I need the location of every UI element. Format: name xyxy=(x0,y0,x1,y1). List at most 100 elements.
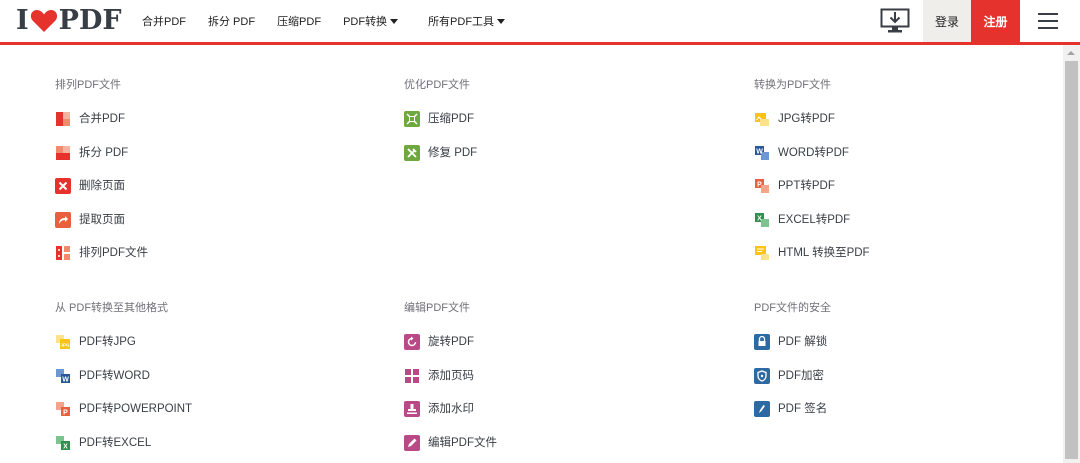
tool-excel-to-pdf[interactable]: X EXCEL转PDF xyxy=(754,212,1074,228)
section-title: PDF文件的安全 xyxy=(754,302,831,314)
section-organize: 排列PDF文件 合并PDF 拆分 PDF 删除页面 提取页面 排列PDF文件 xyxy=(55,77,375,279)
tool-pdf-to-jpg[interactable]: JPG PDF转JPG xyxy=(55,334,375,350)
menu-bar xyxy=(1038,13,1058,15)
tool-label: 提取页面 xyxy=(79,213,125,226)
tool-label: EXCEL转PDF xyxy=(778,213,851,226)
tool-label: PDF转EXCEL xyxy=(79,436,152,449)
tool-label: 删除页面 xyxy=(79,180,125,193)
main-nav: 合并PDF 拆分 PDF 压缩PDF PDF转换 所有PDF工具 xyxy=(142,0,527,42)
tool-protect-pdf[interactable]: PDF加密 xyxy=(754,367,1074,384)
tool-delete-pages[interactable]: 删除页面 xyxy=(55,178,375,195)
tool-label: PDF转WORD xyxy=(79,369,150,382)
split-icon xyxy=(55,145,71,161)
nav-compress-pdf[interactable]: 压缩PDF xyxy=(277,13,321,29)
tool-label: JPG转PDF xyxy=(778,113,835,125)
tool-pdf-to-word[interactable]: W PDF转WORD xyxy=(55,368,375,384)
organize-icon xyxy=(55,245,71,261)
tool-add-page-numbers[interactable]: 添加页码 xyxy=(404,368,724,384)
tool-repair-pdf[interactable]: 修复 PDF xyxy=(404,144,724,161)
tool-pdf-to-excel[interactable]: X PDF转EXCEL xyxy=(55,435,375,451)
jpg-to-pdf-icon xyxy=(754,111,770,127)
tool-split-pdf[interactable]: 拆分 PDF xyxy=(55,145,375,161)
desktop-download-icon xyxy=(880,8,910,33)
tool-compress-pdf[interactable]: 压缩PDF xyxy=(404,111,724,127)
scroll-up-arrow-icon[interactable] xyxy=(1067,51,1075,55)
menu-bar xyxy=(1038,20,1058,22)
tool-word-to-pdf[interactable]: W WORD转PDF xyxy=(754,145,1074,161)
page-numbers-icon xyxy=(404,368,420,384)
svg-text:X: X xyxy=(63,443,68,450)
tool-extract-pages[interactable]: 提取页面 xyxy=(55,211,375,228)
tool-unlock-pdf[interactable]: PDF 解锁 xyxy=(754,334,1074,350)
scrollbar-thumb[interactable] xyxy=(1065,61,1078,459)
menu-bar xyxy=(1038,27,1058,29)
tool-label: PDF 解锁 xyxy=(778,336,828,348)
hamburger-menu-button[interactable] xyxy=(1030,6,1066,36)
tool-label: PDF加密 xyxy=(778,369,824,382)
excel-to-pdf-icon: X xyxy=(754,212,770,228)
ilovepdf-logo[interactable]: I PDF xyxy=(16,6,122,36)
tool-label: PDF 签名 xyxy=(778,403,828,416)
tool-jpg-to-pdf[interactable]: JPG转PDF xyxy=(754,111,1074,127)
nav-label: 合并PDF xyxy=(142,16,186,28)
top-header: I PDF 合并PDF 拆分 PDF 压缩PDF PDF转换 所有PDF工具 登… xyxy=(0,0,1080,44)
section-convert-to-pdf: 转换为PDF文件 JPG转PDF W WORD转PDF P PPT转PDF X … xyxy=(754,77,1074,279)
word-to-pdf-icon: W xyxy=(754,145,770,161)
sign-icon xyxy=(754,401,770,418)
ppt-to-pdf-icon: P xyxy=(754,178,770,194)
signup-button[interactable]: 注册 xyxy=(971,0,1020,43)
svg-text:W: W xyxy=(62,376,69,383)
tool-rotate-pdf[interactable]: 旋转PDF xyxy=(404,334,724,350)
tool-pdf-to-powerpoint[interactable]: P PDF转POWERPOINT xyxy=(55,401,375,417)
section-convert-from-pdf: 从 PDF转换至其他格式 JPG PDF转JPG W PDF转WORD P PD… xyxy=(55,300,375,463)
pdf-to-powerpoint-icon: P xyxy=(55,401,71,417)
edit-pdf-icon xyxy=(404,434,420,451)
tool-sign-pdf[interactable]: PDF 签名 xyxy=(754,401,1074,418)
tool-html-to-pdf[interactable]: HTML 转换至PDF xyxy=(754,245,1074,261)
nav-label: PDF转换 xyxy=(343,16,388,28)
tool-label: 添加页码 xyxy=(428,369,474,382)
svg-text:P: P xyxy=(63,410,68,417)
repair-icon xyxy=(404,144,420,161)
pdf-to-word-icon: W xyxy=(55,368,71,384)
vertical-scrollbar[interactable] xyxy=(1063,45,1080,463)
tool-edit-pdf[interactable]: 编辑PDF文件 xyxy=(404,434,724,451)
watermark-icon xyxy=(404,401,420,418)
svg-text:JPG: JPG xyxy=(60,343,70,348)
nav-all-tools[interactable]: 所有PDF工具 xyxy=(428,13,506,29)
heart-icon xyxy=(30,10,57,32)
nav-split-pdf[interactable]: 拆分 PDF xyxy=(208,13,255,29)
html-to-pdf-icon xyxy=(754,245,770,261)
rotate-icon xyxy=(404,334,420,350)
caret-down-icon xyxy=(497,18,506,24)
header-divider xyxy=(0,42,1080,45)
nav-merge-pdf[interactable]: 合并PDF xyxy=(142,13,186,29)
tool-label: 旋转PDF xyxy=(428,336,474,348)
section-edit: 编辑PDF文件 旋转PDF 添加页码 添加水印 编辑PDF文件 xyxy=(404,300,724,463)
section-optimize: 优化PDF文件 压缩PDF 修复 PDF xyxy=(404,77,724,178)
tool-organize-pdf[interactable]: 排列PDF文件 xyxy=(55,245,375,261)
caret-down-icon xyxy=(390,18,399,24)
section-title: 优化PDF文件 xyxy=(404,79,470,91)
tool-merge-pdf[interactable]: 合并PDF xyxy=(55,111,375,127)
tool-add-watermark[interactable]: 添加水印 xyxy=(404,401,724,418)
tool-label: PPT转PDF xyxy=(778,180,835,193)
nav-convert-pdf[interactable]: PDF转换 xyxy=(343,13,399,29)
section-title: 编辑PDF文件 xyxy=(404,302,470,314)
extract-pages-icon xyxy=(55,211,71,228)
login-button[interactable]: 登录 xyxy=(923,0,971,43)
delete-pages-icon xyxy=(55,178,71,195)
tool-label: 添加水印 xyxy=(428,403,474,416)
section-title: 从 PDF转换至其他格式 xyxy=(55,302,169,314)
logo-text-i: I xyxy=(16,5,29,36)
unlock-icon xyxy=(754,334,770,350)
desktop-download-button[interactable] xyxy=(872,4,918,38)
pdf-to-excel-icon: X xyxy=(55,435,71,451)
tool-label: 拆分 PDF xyxy=(79,146,129,159)
tool-label: 修复 PDF xyxy=(428,146,478,159)
pdf-to-jpg-icon: JPG xyxy=(55,334,71,350)
tool-label: 排列PDF文件 xyxy=(79,247,148,260)
tool-ppt-to-pdf[interactable]: P PPT转PDF xyxy=(754,178,1074,194)
svg-text:X: X xyxy=(757,215,762,222)
tool-label: 合并PDF xyxy=(79,113,125,125)
